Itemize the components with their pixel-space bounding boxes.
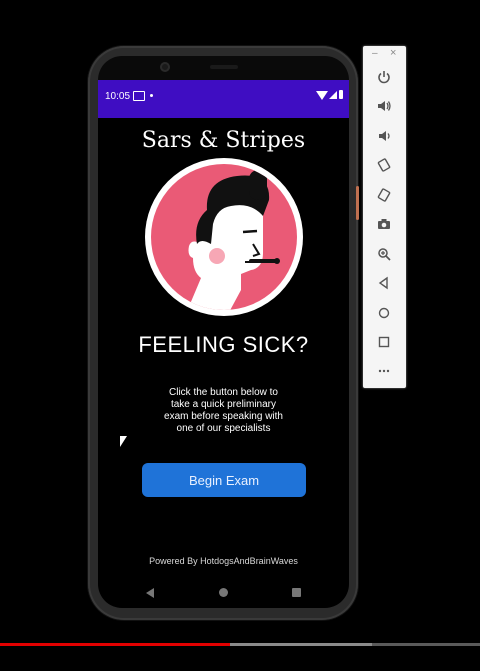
app-title: Sars & Stripes xyxy=(141,128,306,153)
wifi-icon xyxy=(316,91,328,100)
nav-bar xyxy=(98,580,349,608)
description-text: Click the button below to take a quick p… xyxy=(164,387,283,434)
phone-power-key xyxy=(356,186,359,220)
back-icon[interactable] xyxy=(374,273,394,293)
zoom-icon[interactable] xyxy=(374,244,394,264)
begin-exam-button[interactable]: Begin Exam xyxy=(142,463,306,497)
power-icon[interactable] xyxy=(374,67,394,87)
nav-recents-icon[interactable] xyxy=(292,588,301,597)
camera-icon[interactable] xyxy=(374,214,394,234)
phone-screen: 10:05 Sars & Stripes FEELING SICK? Click… xyxy=(98,80,349,608)
status-bar: 10:05 xyxy=(98,80,349,118)
rotate-right-icon[interactable] xyxy=(374,185,394,205)
rotate-left-icon[interactable] xyxy=(374,155,394,175)
gallery-notification-icon xyxy=(133,91,145,101)
front-camera xyxy=(160,62,170,72)
emulator-toolbar: – × xyxy=(363,46,406,388)
status-time: 10:05 xyxy=(105,91,131,102)
overview-icon[interactable] xyxy=(374,332,394,352)
headline: FEELING SICK? xyxy=(138,332,309,357)
earpiece-speaker xyxy=(210,65,238,69)
minimize-button[interactable]: – xyxy=(372,48,378,59)
powered-by-footer: Powered By HotdogsAndBrainWaves xyxy=(149,556,298,566)
battery-icon xyxy=(339,90,343,99)
nav-back-icon[interactable] xyxy=(146,588,154,598)
volume-down-icon[interactable] xyxy=(374,126,394,146)
more-icon[interactable] xyxy=(374,361,394,381)
video-progress-fill[interactable] xyxy=(0,643,231,646)
toolbar-title-bar: – × xyxy=(363,46,406,64)
volume-up-icon[interactable] xyxy=(374,96,394,116)
mouse-cursor-icon xyxy=(120,436,127,447)
close-button[interactable]: × xyxy=(390,47,396,59)
sick-person-logo xyxy=(145,158,303,316)
cellular-icon xyxy=(329,91,337,99)
nav-home-icon[interactable] xyxy=(219,588,228,597)
home-icon[interactable] xyxy=(374,303,394,323)
notification-dot-icon xyxy=(150,94,153,97)
